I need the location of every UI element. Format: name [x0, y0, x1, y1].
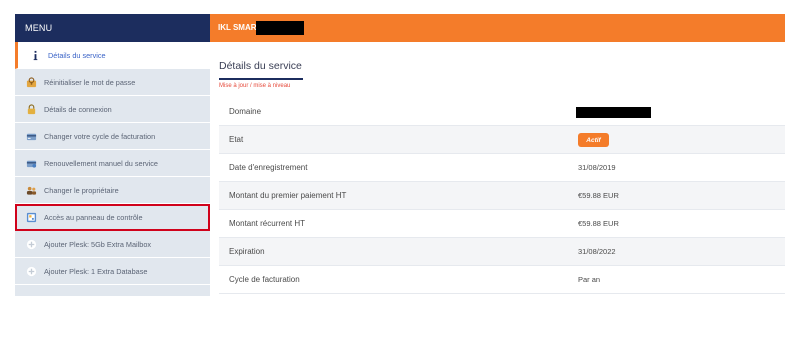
info-icon [29, 49, 41, 61]
users-icon [25, 184, 37, 196]
detail-value: 31/08/2019 [578, 163, 616, 172]
lock-icon [25, 103, 37, 115]
sidebar-item-label: Ajouter Plesk: 5Gb Extra Mailbox [44, 239, 152, 249]
product-name: IKL SMART [218, 23, 262, 32]
plus-circle-icon [25, 265, 37, 277]
detail-label: Date d'enregistrement [229, 163, 308, 172]
detail-value: Par an [578, 275, 601, 284]
sidebar-item-9[interactable]: Ajouter Plesk: 1 Extra Database [15, 258, 210, 285]
key-icon [25, 76, 37, 88]
detail-label: Cycle de facturation [229, 275, 300, 284]
details-row: Montant récurrent HT €59.88 EUR [219, 210, 785, 238]
detail-label: Domaine [229, 107, 262, 116]
sidebar-item-7[interactable]: Accès au panneau de contrôle [15, 204, 210, 231]
sidebar-item-8[interactable]: Ajouter Plesk: 5Gb Extra Mailbox [15, 231, 210, 258]
sidebar-item-label: Détails de connexion [44, 104, 112, 114]
renew-icon [25, 157, 37, 169]
details-row: Date d'enregistrement 31/08/2019 [219, 154, 785, 182]
menu-list: Détails du service Réinitialiser le mot d… [15, 42, 210, 285]
sidebar-item-1[interactable]: Détails du service [15, 42, 210, 69]
sidebar-item-5[interactable]: Renouvellement manuel du service [15, 150, 210, 177]
detail-label: Etat [229, 135, 244, 144]
sidebar-item-label: Renouvellement manuel du service [44, 158, 158, 168]
sidebar-item-3[interactable]: Détails de connexion [15, 96, 210, 123]
control-panel-icon [25, 211, 37, 223]
sidebar-item-label: Accès au panneau de contrôle [44, 212, 143, 222]
details-row: Cycle de facturation Par an [219, 266, 785, 294]
detail-label: Montant du premier paiement HT [229, 191, 347, 200]
redacted-product-label [256, 21, 304, 35]
details-row: Expiration 31/08/2022 [219, 238, 785, 266]
sidebar-item-label: Détails du service [48, 50, 106, 60]
details-row: Domaine [219, 98, 785, 126]
detail-value: €59.88 EUR [578, 191, 619, 200]
details-row: Montant du premier paiement HT €59.88 EUR [219, 182, 785, 210]
redacted-domain-value [576, 107, 651, 118]
sidebar-item-label: Réinitialiser le mot de passe [44, 77, 136, 87]
menu-header: MENU [15, 14, 210, 42]
section-title-underline [219, 78, 303, 80]
sidebar-item-4[interactable]: Changer votre cycle de facturation [15, 123, 210, 150]
service-details-table: Domaine Etat Actif Date d'enregistrement 31/… [219, 98, 785, 294]
sidebar-item-2[interactable]: Réinitialiser le mot de passe [15, 69, 210, 96]
status-badge: Actif [578, 133, 609, 147]
detail-label: Montant récurrent HT [229, 219, 306, 228]
detail-label: Expiration [229, 247, 265, 256]
details-row: Etat Actif [219, 126, 785, 154]
section-title: Détails du service [219, 60, 302, 72]
product-header-bar: IKL SMART [210, 14, 785, 42]
sidebar-item-label: Ajouter Plesk: 1 Extra Database [44, 266, 148, 276]
sidebar-item-6[interactable]: Changer le propriétaire [15, 177, 210, 204]
sidebar: MENU Détails du service Réinitialiser le … [15, 14, 210, 296]
detail-value: 31/08/2022 [578, 247, 616, 256]
detail-value: €59.88 EUR [578, 219, 619, 228]
sidebar-item-label: Changer le propriétaire [44, 185, 119, 195]
plus-circle-icon [25, 238, 37, 250]
billing-icon [25, 130, 37, 142]
sidebar-item-label: Changer votre cycle de facturation [44, 131, 156, 141]
upgrade-link[interactable]: Mise à jour / mise à niveau [219, 83, 290, 89]
